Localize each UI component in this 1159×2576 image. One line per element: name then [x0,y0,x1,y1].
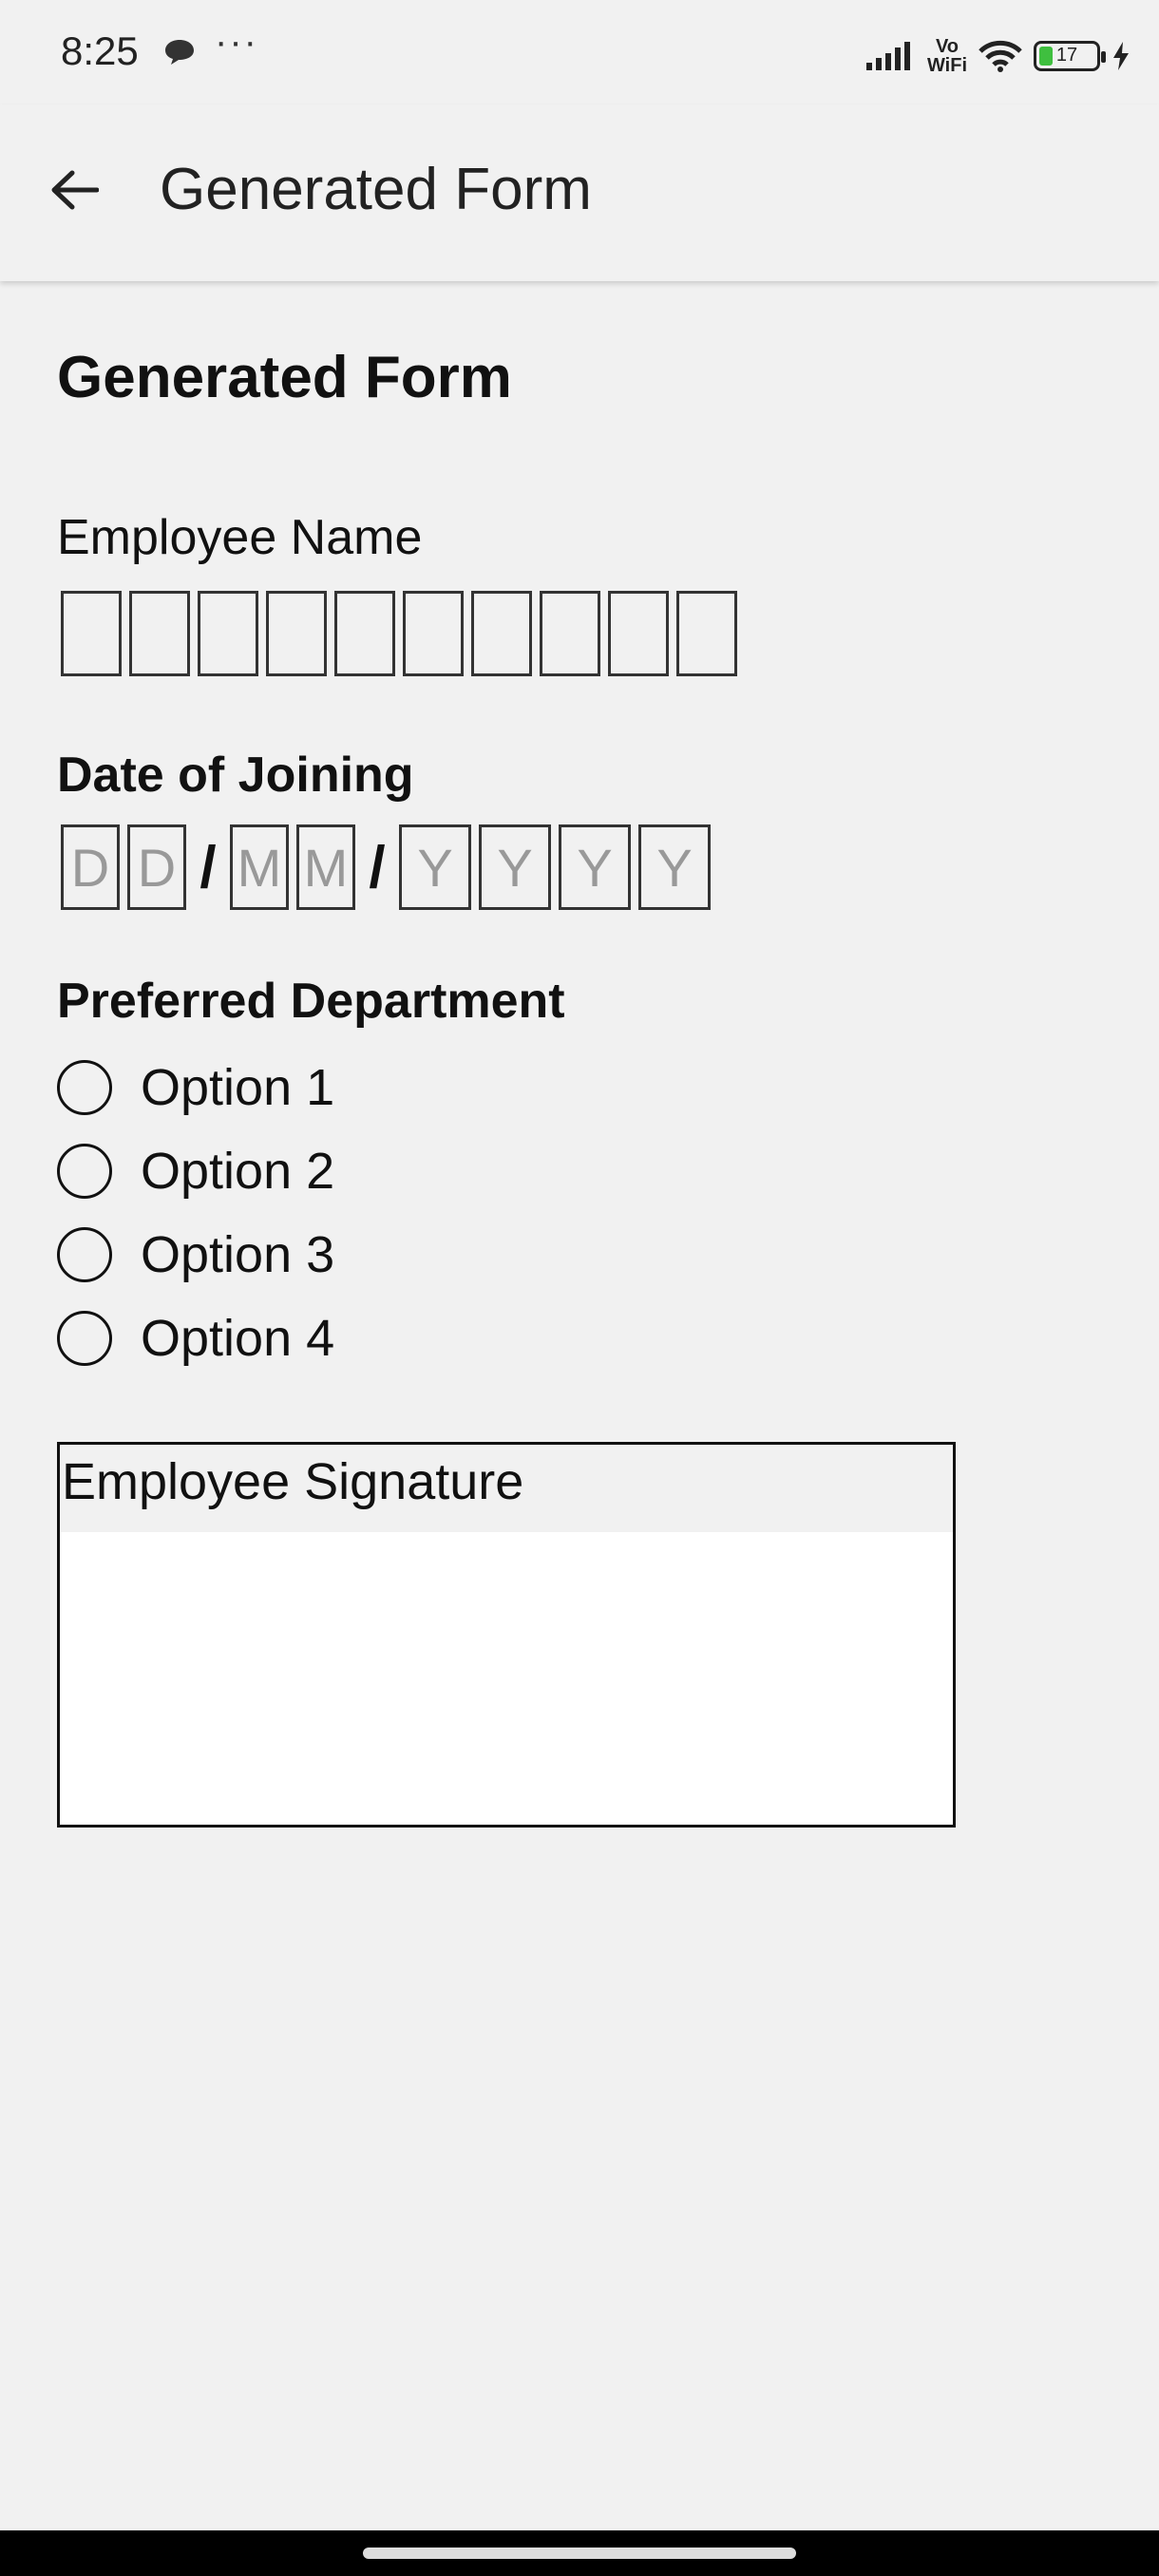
status-time: 8:25 [61,28,139,73]
employee-name-char-box[interactable] [129,591,190,676]
radio-button[interactable] [57,1311,112,1366]
radio-label: Option 4 [141,1310,335,1367]
radio-option-2[interactable]: Option 2 [57,1142,334,1201]
employee-name-char-box[interactable] [266,591,327,676]
month-box[interactable]: M [296,824,355,910]
signature-label: Employee Signature [62,1453,524,1510]
vowifi-icon: Vo WiFi [926,36,967,76]
battery-level: 17 [1055,45,1078,66]
employee-name-char-box[interactable] [608,591,669,676]
charging-bolt-icon [1112,42,1130,70]
arrow-left-icon [51,170,99,210]
battery-icon: 17 [1034,41,1106,71]
radio-label: Option 2 [141,1143,335,1200]
date-of-joining-field: D D / M M / Y Y Y Y [61,824,711,910]
day-box[interactable]: D [127,824,186,910]
app-bar: Generated Form [0,104,1159,281]
radio-option-1[interactable]: Option 1 [57,1058,334,1117]
radio-option-3[interactable]: Option 3 [57,1225,334,1284]
date-of-joining-label: Date of Joining [57,748,414,803]
status-icons: Vo WiFi 17 [865,32,1130,80]
back-button[interactable] [46,161,103,218]
more-notifications-icon: ··· [215,21,258,63]
employee-name-char-box[interactable] [403,591,464,676]
employee-name-char-box[interactable] [61,591,122,676]
radio-label: Option 3 [141,1226,335,1283]
form-title: Generated Form [57,345,512,410]
chat-icon [163,38,196,66]
navigation-bar [0,2530,1159,2576]
signal-icon [865,42,916,70]
home-indicator[interactable] [363,2548,796,2559]
preferred-department-label: Preferred Department [57,974,565,1029]
year-box[interactable]: Y [399,824,471,910]
app-bar-title: Generated Form [160,157,592,222]
signature-pad[interactable]: Employee Signature [57,1442,956,1828]
employee-name-label: Employee Name [57,510,423,565]
wifi-icon [978,40,1022,72]
radio-button[interactable] [57,1227,112,1282]
day-box[interactable]: D [61,824,120,910]
date-separator: / [200,834,217,900]
employee-name-field [61,591,737,676]
radio-option-4[interactable]: Option 4 [57,1309,334,1368]
date-separator: / [369,834,386,900]
employee-name-char-box[interactable] [334,591,395,676]
employee-name-char-box[interactable] [540,591,600,676]
radio-button[interactable] [57,1144,112,1199]
status-bar: 8:25 ··· Vo WiFi 17 [0,0,1159,104]
employee-name-char-box[interactable] [676,591,737,676]
radio-label: Option 1 [141,1059,335,1116]
year-box[interactable]: Y [479,824,551,910]
radio-button[interactable] [57,1060,112,1115]
employee-name-char-box[interactable] [471,591,532,676]
month-box[interactable]: M [230,824,289,910]
employee-name-char-box[interactable] [198,591,258,676]
year-box[interactable]: Y [638,824,711,910]
year-box[interactable]: Y [559,824,631,910]
